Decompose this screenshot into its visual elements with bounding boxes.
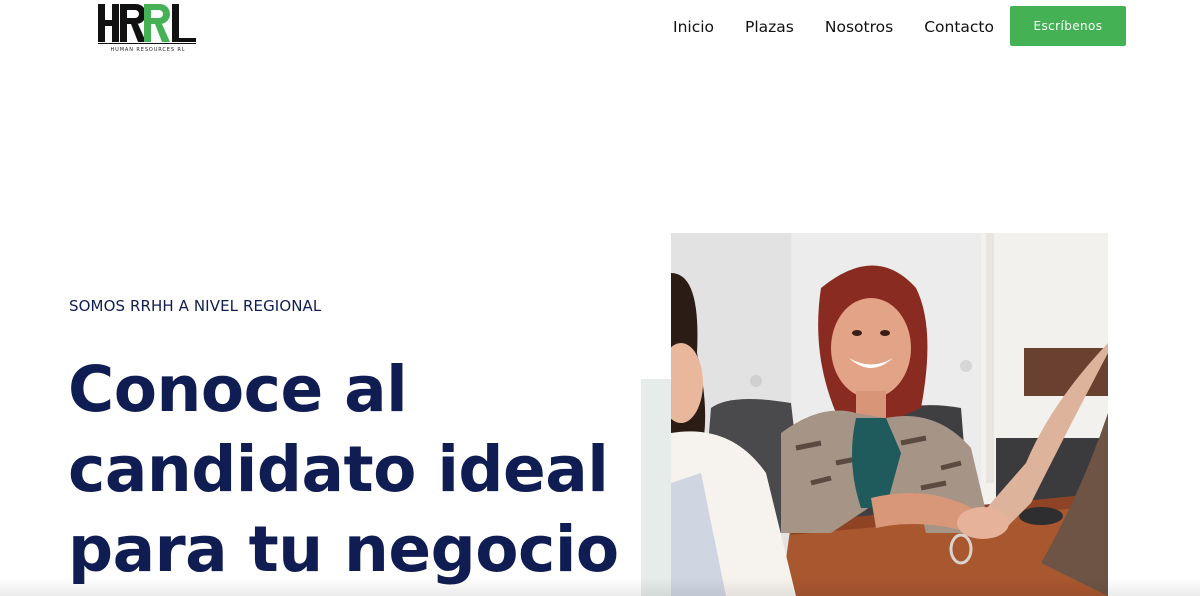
hero-photo: [671, 233, 1108, 596]
logo-tagline-decoration: · · · · · · · · · ·: [133, 55, 163, 59]
nav-item-nosotros[interactable]: Nosotros: [825, 18, 893, 36]
nav-item-inicio[interactable]: Inicio: [673, 18, 714, 36]
page: HUMAN RESOURCES RL · · · · · · · · · · I…: [0, 0, 1200, 596]
main-nav: Inicio Plazas Nosotros Contacto: [660, 16, 994, 38]
logo-mark-icon: [98, 4, 196, 44]
nav-item-contacto[interactable]: Contacto: [924, 18, 994, 36]
headline-line-3: para tu negocio: [68, 513, 619, 586]
headline-line-2: candidato ideal: [68, 433, 609, 506]
headline-line-1: Conoce al: [68, 353, 408, 426]
hero-headline: Conoce al candidato ideal para tu negoci…: [68, 350, 628, 590]
escribenos-button[interactable]: Escríbenos: [1010, 6, 1126, 46]
logo-subtitle: HUMAN RESOURCES RL: [110, 47, 186, 53]
hero-eyebrow: SOMOS RRHH A NIVEL REGIONAL: [69, 297, 322, 315]
brand-logo[interactable]: HUMAN RESOURCES RL · · · · · · · · · ·: [98, 4, 198, 60]
nav-item-plazas[interactable]: Plazas: [745, 18, 794, 36]
handshake-photo-icon: [671, 233, 1108, 596]
